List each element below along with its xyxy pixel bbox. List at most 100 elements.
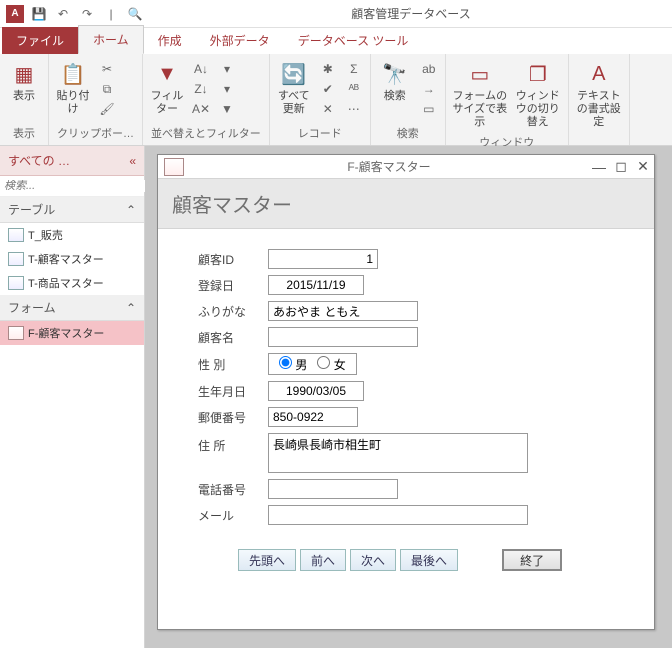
record-nav-buttons: 先頭へ 前へ 次へ 最後へ 終了 xyxy=(198,531,638,571)
field-id xyxy=(268,249,378,269)
field-mail[interactable] xyxy=(268,505,528,525)
binoculars-icon: 🔭 xyxy=(381,60,409,88)
prev-button[interactable]: 前へ xyxy=(300,549,346,571)
nav-group-forms[interactable]: フォーム ⌃ xyxy=(0,295,144,321)
selection-icon[interactable]: ▾ xyxy=(217,60,237,78)
last-button[interactable]: 最後へ xyxy=(400,549,458,571)
tab-dbtools[interactable]: データベース ツール xyxy=(284,27,423,54)
switch-window-button[interactable]: ❐ ウィンドウの切り替え xyxy=(512,58,564,132)
nav-header[interactable]: すべての … « xyxy=(0,146,144,176)
field-addr[interactable] xyxy=(268,433,528,473)
app-icon: A xyxy=(6,5,24,23)
copy-icon[interactable]: ⧉ xyxy=(97,80,117,98)
fit-form-button[interactable]: ▭ フォームのサイズで表示 xyxy=(450,58,510,132)
toggle-filter-icon[interactable]: ▼ xyxy=(217,100,237,118)
label-mail: メール xyxy=(198,507,268,524)
refresh-icon: 🔄 xyxy=(280,60,308,88)
label-regdate: 登録日 xyxy=(198,277,268,294)
field-tel[interactable] xyxy=(268,479,398,499)
label-gender: 性 別 xyxy=(198,356,268,373)
nav-table-customer[interactable]: T-顧客マスター xyxy=(0,247,144,271)
next-button[interactable]: 次へ xyxy=(350,549,396,571)
cut-icon[interactable]: ✂ xyxy=(97,60,117,78)
totals-icon[interactable]: Σ xyxy=(344,60,364,78)
delete-icon[interactable]: ✕ xyxy=(318,100,338,118)
new-icon[interactable]: ✱ xyxy=(318,60,338,78)
filter-button[interactable]: ▼ フィルター xyxy=(147,58,187,118)
mdi-area: F-顧客マスター — ◻ ✕ 顧客マスター 顧客ID 登録日 ふりがな xyxy=(145,146,672,648)
field-regdate[interactable] xyxy=(268,275,364,295)
nav-form-customer[interactable]: F-顧客マスター xyxy=(0,321,144,345)
group-rec-label: レコード xyxy=(274,123,366,143)
tab-file[interactable]: ファイル xyxy=(2,27,78,54)
select-icon[interactable]: ▭ xyxy=(419,100,439,118)
minimize-button[interactable]: — xyxy=(588,159,610,175)
refresh-button[interactable]: 🔄 すべて更新 xyxy=(274,58,314,118)
nav-table-sales[interactable]: T_販売 xyxy=(0,223,144,247)
form-titlebar: F-顧客マスター — ◻ ✕ xyxy=(158,155,654,179)
zoom-icon[interactable]: 🔍 xyxy=(126,5,144,23)
window-title: 顧客管理データベース xyxy=(150,5,672,22)
spelling-icon[interactable]: ᴬᴮ xyxy=(344,80,364,98)
nav-search[interactable]: 🔍 xyxy=(0,176,144,197)
replace-icon[interactable]: ab xyxy=(419,60,439,78)
label-tel: 電話番号 xyxy=(198,481,268,498)
nav-group-tables[interactable]: テーブル ⌃ xyxy=(0,197,144,223)
group-clip-label: クリップボー… xyxy=(53,123,138,143)
gender-group: 男 女 xyxy=(268,353,357,375)
clipboard-icon: 📋 xyxy=(59,60,87,88)
navigation-pane: すべての … « 🔍 テーブル ⌃ T_販売 T-顧客マスター T-商品マスター… xyxy=(0,146,145,648)
format-painter-icon[interactable]: 🖌 xyxy=(97,100,117,118)
advanced-icon[interactable]: ▾ xyxy=(217,80,237,98)
titlebar: A 💾 ↶ ↷ | 🔍 顧客管理データベース xyxy=(0,0,672,28)
paste-button[interactable]: 📋 貼り付け xyxy=(53,58,93,118)
form-icon xyxy=(164,158,184,176)
nav-table-product[interactable]: T-商品マスター xyxy=(0,271,144,295)
radio-male[interactable]: 男 xyxy=(279,356,307,373)
label-birth: 生年月日 xyxy=(198,383,268,400)
close-button[interactable]: ✕ xyxy=(632,158,654,175)
first-button[interactable]: 先頭へ xyxy=(238,549,296,571)
ribbon: ▦ 表示 表示 📋 貼り付け ✂ ⧉ 🖌 クリップボー… ▼ フィルター xyxy=(0,54,672,146)
chevron-left-icon[interactable]: « xyxy=(129,154,136,168)
save-icon[interactable]: 💾 xyxy=(30,5,48,23)
form-window-title: F-顧客マスター xyxy=(190,158,588,175)
group-view-label: 表示 xyxy=(4,123,44,143)
sort-desc-icon[interactable]: Z↓ xyxy=(191,80,211,98)
text-format-button[interactable]: A テキストの書式設定 xyxy=(573,58,625,132)
redo-icon[interactable]: ↷ xyxy=(78,5,96,23)
qat-sep: | xyxy=(102,5,120,23)
search-input[interactable] xyxy=(4,180,147,192)
clear-sort-icon[interactable]: A✕ xyxy=(191,100,211,118)
windows-icon: ❐ xyxy=(524,60,552,88)
ribbon-tabs: ファイル ホーム 作成 外部データ データベース ツール xyxy=(0,28,672,54)
maximize-button[interactable]: ◻ xyxy=(610,158,632,175)
label-zip: 郵便番号 xyxy=(198,409,268,426)
grid-icon: ▦ xyxy=(10,60,38,88)
more-icon[interactable]: ⋯ xyxy=(344,100,364,118)
radio-female[interactable]: 女 xyxy=(317,356,345,373)
tab-home[interactable]: ホーム xyxy=(78,25,144,54)
label-addr: 住 所 xyxy=(198,433,268,454)
collapse-icon[interactable]: ⌃ xyxy=(126,301,136,315)
funnel-icon: ▼ xyxy=(153,60,181,88)
label-id: 顧客ID xyxy=(198,251,268,268)
tab-external[interactable]: 外部データ xyxy=(196,27,284,54)
view-button[interactable]: ▦ 表示 xyxy=(4,58,44,105)
field-furigana[interactable] xyxy=(268,301,418,321)
save-rec-icon[interactable]: ✔ xyxy=(318,80,338,98)
goto-icon[interactable]: → xyxy=(419,80,439,98)
undo-icon[interactable]: ↶ xyxy=(54,5,72,23)
find-button[interactable]: 🔭 検索 xyxy=(375,58,415,105)
form-window: F-顧客マスター — ◻ ✕ 顧客マスター 顧客ID 登録日 ふりがな xyxy=(157,154,655,630)
field-zip[interactable] xyxy=(268,407,358,427)
workspace: すべての … « 🔍 テーブル ⌃ T_販売 T-顧客マスター T-商品マスター… xyxy=(0,146,672,648)
tab-create[interactable]: 作成 xyxy=(144,27,196,54)
field-birth[interactable] xyxy=(268,381,364,401)
end-button[interactable]: 終了 xyxy=(502,549,562,571)
field-name[interactable] xyxy=(268,327,418,347)
form-header: 顧客マスター xyxy=(158,179,654,229)
collapse-icon[interactable]: ⌃ xyxy=(126,203,136,217)
sort-asc-icon[interactable]: A↓ xyxy=(191,60,211,78)
group-find-label: 検索 xyxy=(375,123,441,143)
